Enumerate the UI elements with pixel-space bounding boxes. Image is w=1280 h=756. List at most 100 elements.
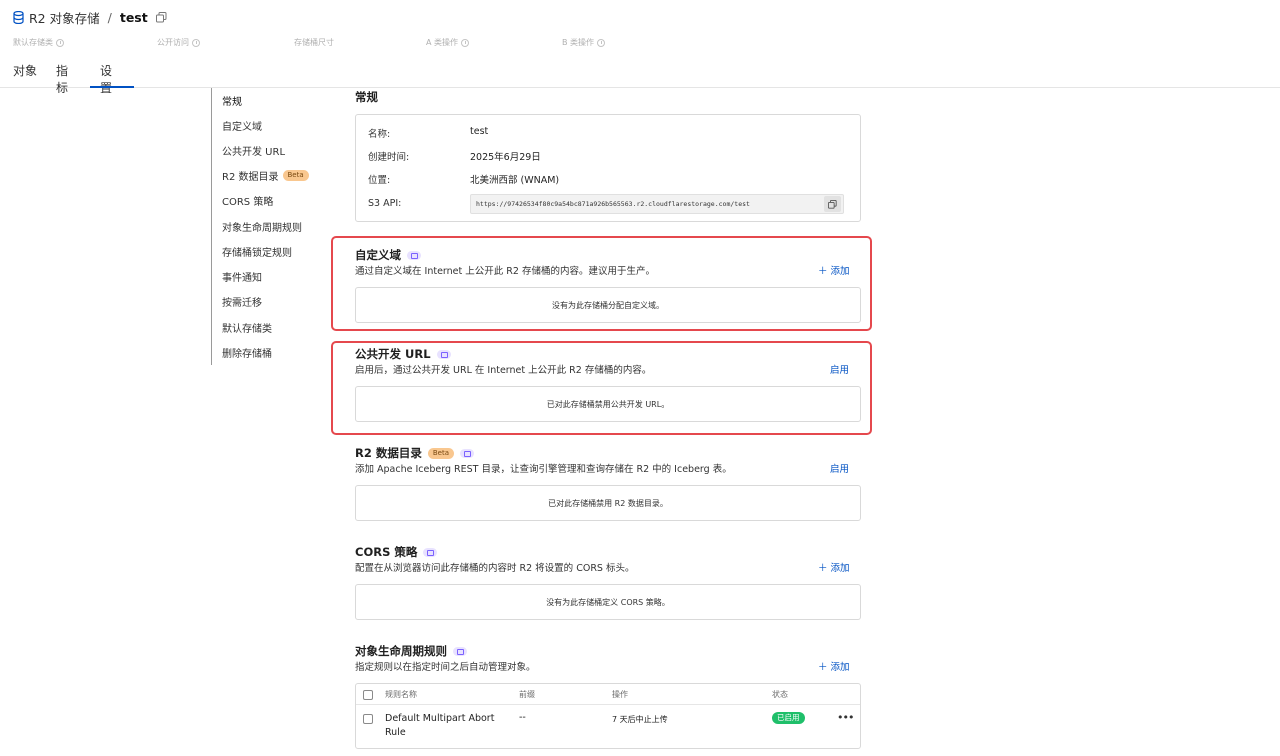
column-rule-name[interactable]: 规则名称 bbox=[385, 689, 417, 700]
sidenav-item-label: 按需迁移 bbox=[222, 298, 262, 309]
s3-api-label: S3 API: bbox=[368, 198, 402, 209]
sidenav-item-general[interactable]: 常规 bbox=[222, 93, 242, 108]
general-section-title: 常规 bbox=[355, 90, 378, 104]
custom-domain-title: 自定义域 bbox=[355, 247, 421, 263]
sidenav-item-label: R2 数据目录 bbox=[222, 172, 279, 183]
cors-desc: 配置在从浏览器访问此存储桶的内容时 R2 将设置的 CORS 标头。 bbox=[355, 563, 635, 574]
enable-public-url-button[interactable]: 启用 bbox=[830, 362, 849, 376]
info-icon[interactable] bbox=[56, 38, 64, 47]
enable-data-catalog-button[interactable]: 启用 bbox=[830, 461, 849, 475]
sidenav-item-public-url[interactable]: 公共开发 URL bbox=[222, 143, 285, 158]
copy-api-button[interactable] bbox=[824, 196, 841, 212]
breadcrumb-bucket-name: test bbox=[119, 10, 148, 25]
meta-class-a-operations: A 类操作 bbox=[426, 37, 470, 48]
beta-badge: Beta bbox=[427, 447, 455, 459]
sidenav-item-label: 默认存储类 bbox=[222, 324, 272, 335]
sidenav-item-label: 公共开发 URL bbox=[222, 147, 286, 158]
sidenav-item-lifecycle[interactable]: 对象生命周期规则 bbox=[222, 219, 302, 234]
select-all-checkbox[interactable] bbox=[363, 690, 373, 700]
row-checkbox[interactable] bbox=[363, 714, 373, 724]
sidenav-item-default-storage-class[interactable]: 默认存储类 bbox=[222, 320, 272, 335]
breadcrumb-separator: / bbox=[107, 10, 112, 25]
docs-icon[interactable] bbox=[453, 646, 467, 656]
docs-icon[interactable] bbox=[460, 448, 475, 458]
section-title-text: 公共开发 URL bbox=[355, 347, 431, 361]
tab-settings[interactable]: 设置 bbox=[90, 58, 134, 95]
created-label: 创建时间: bbox=[368, 152, 410, 163]
sidenav-item-label: 常规 bbox=[222, 97, 242, 108]
meta-label: 公开访问 bbox=[157, 38, 189, 47]
sidenav-item-label: 对象生命周期规则 bbox=[222, 223, 302, 234]
sidenav-item-event-notifications[interactable]: 事件通知 bbox=[222, 269, 262, 284]
beta-badge: Beta bbox=[282, 170, 309, 181]
sidenav-item-migration[interactable]: 按需迁移 bbox=[222, 294, 262, 309]
lifecycle-desc: 指定规则以在指定时间之后自动管理对象。 bbox=[355, 662, 536, 673]
more-actions-icon[interactable]: ••• bbox=[837, 711, 854, 724]
section-title-text: R2 数据目录 bbox=[355, 446, 422, 460]
sidenav-item-bucket-lock[interactable]: 存储桶锁定规则 bbox=[222, 244, 292, 259]
s3-api-url: https://97426534f80c9a54bc871a926b565563… bbox=[476, 200, 750, 208]
tab-bar: 对象 指标 设置 bbox=[0, 58, 134, 95]
sidenav-item-custom-domain[interactable]: 自定义域 bbox=[222, 118, 262, 133]
meta-bucket-size: 存储桶尺寸 bbox=[294, 37, 334, 48]
data-catalog-desc: 添加 Apache Iceberg REST 目录，让查询引擎管理和查询存储在 … bbox=[355, 464, 732, 475]
info-icon[interactable] bbox=[192, 38, 200, 47]
column-operation[interactable]: 操作 bbox=[612, 689, 628, 700]
cors-title: CORS 策略 bbox=[355, 544, 438, 560]
sidenav-item-data-catalog[interactable]: R2 数据目录 Beta bbox=[222, 168, 309, 183]
settings-side-nav: 常规 自定义域 公共开发 URL R2 数据目录 Beta CORS 策略 对象生… bbox=[211, 88, 311, 365]
info-icon[interactable] bbox=[597, 38, 606, 47]
add-cors-policy-button[interactable]: ＋ 添加 bbox=[818, 560, 850, 574]
section-title-text: 自定义域 bbox=[355, 248, 401, 262]
custom-domain-empty: 没有为此存储桶分配自定义域。 bbox=[355, 287, 861, 323]
docs-icon[interactable] bbox=[423, 547, 438, 557]
meta-public-access: 公开访问 bbox=[157, 37, 200, 48]
column-status[interactable]: 状态 bbox=[772, 689, 788, 700]
meta-label: 存储桶尺寸 bbox=[294, 38, 334, 47]
copy-icon[interactable] bbox=[155, 12, 167, 23]
page-header: R2 对象存储 / test 默认存储类 公开访问 存储桶尺寸 A 类操作 B … bbox=[0, 0, 1280, 95]
data-catalog-empty: 已对此存储桶禁用 R2 数据目录。 bbox=[355, 485, 861, 521]
lifecycle-title: 对象生命周期规则 bbox=[355, 643, 467, 659]
rule-name-cell: Default Multipart Abort Rule bbox=[385, 713, 495, 738]
public-url-title: 公共开发 URL bbox=[355, 346, 451, 362]
prefix-cell: -- bbox=[519, 712, 526, 723]
cors-empty: 没有为此存储桶定义 CORS 策略。 bbox=[355, 584, 861, 620]
sidenav-item-label: 自定义域 bbox=[222, 122, 262, 133]
data-catalog-title: R2 数据目录 Beta bbox=[355, 445, 475, 461]
tab-objects[interactable]: 对象 bbox=[0, 58, 48, 88]
location-value: 北美洲西部 (WNAM) bbox=[470, 175, 560, 186]
sidenav-item-label: 事件通知 bbox=[222, 273, 262, 284]
sidenav-item-delete-bucket[interactable]: 删除存储桶 bbox=[222, 345, 272, 360]
section-title-text: 对象生命周期规则 bbox=[355, 644, 447, 658]
column-prefix[interactable]: 前缀 bbox=[519, 689, 535, 700]
breadcrumb-service-link[interactable]: R2 对象存储 bbox=[29, 8, 100, 27]
operation-cell: 7 天后中止上传 bbox=[612, 715, 668, 724]
meta-label: A 类操作 bbox=[426, 38, 459, 47]
meta-default-storage-class: 默认存储类 bbox=[13, 37, 64, 48]
add-custom-domain-button[interactable]: ＋ 添加 bbox=[818, 263, 850, 277]
tab-metrics[interactable]: 指标 bbox=[48, 58, 90, 95]
database-icon bbox=[13, 11, 24, 24]
meta-class-b-operations: B 类操作 bbox=[562, 37, 606, 48]
breadcrumb: R2 对象存储 / test bbox=[13, 8, 167, 27]
sidenav-item-label: 删除存储桶 bbox=[222, 349, 272, 360]
location-label: 位置: bbox=[368, 175, 391, 186]
docs-icon[interactable] bbox=[407, 250, 421, 260]
sidenav-item-label: CORS 策略 bbox=[222, 197, 274, 208]
copy-icon bbox=[828, 199, 837, 209]
name-label: 名称: bbox=[368, 129, 391, 140]
s3-api-endpoint[interactable]: https://97426534f80c9a54bc871a926b565563… bbox=[470, 194, 844, 214]
add-lifecycle-rule-button[interactable]: ＋ 添加 bbox=[818, 659, 850, 673]
info-icon[interactable] bbox=[461, 38, 470, 47]
lifecycle-rules-table: 规则名称 前缀 操作 状态 Default Multipart Abort Ru… bbox=[355, 683, 861, 749]
section-title-text: CORS 策略 bbox=[355, 545, 418, 559]
public-url-desc: 启用后，通过公共开发 URL 在 Internet 上公开此 R2 存储桶的内容… bbox=[355, 365, 652, 376]
name-value: test bbox=[470, 126, 489, 137]
meta-label: 默认存储类 bbox=[13, 38, 53, 47]
created-value: 2025年6月29日 bbox=[470, 152, 541, 163]
table-header: 规则名称 前缀 操作 状态 bbox=[356, 684, 860, 705]
sidenav-item-label: 存储桶锁定规则 bbox=[222, 248, 292, 259]
docs-icon[interactable] bbox=[436, 349, 451, 359]
sidenav-item-cors[interactable]: CORS 策略 bbox=[222, 193, 273, 208]
